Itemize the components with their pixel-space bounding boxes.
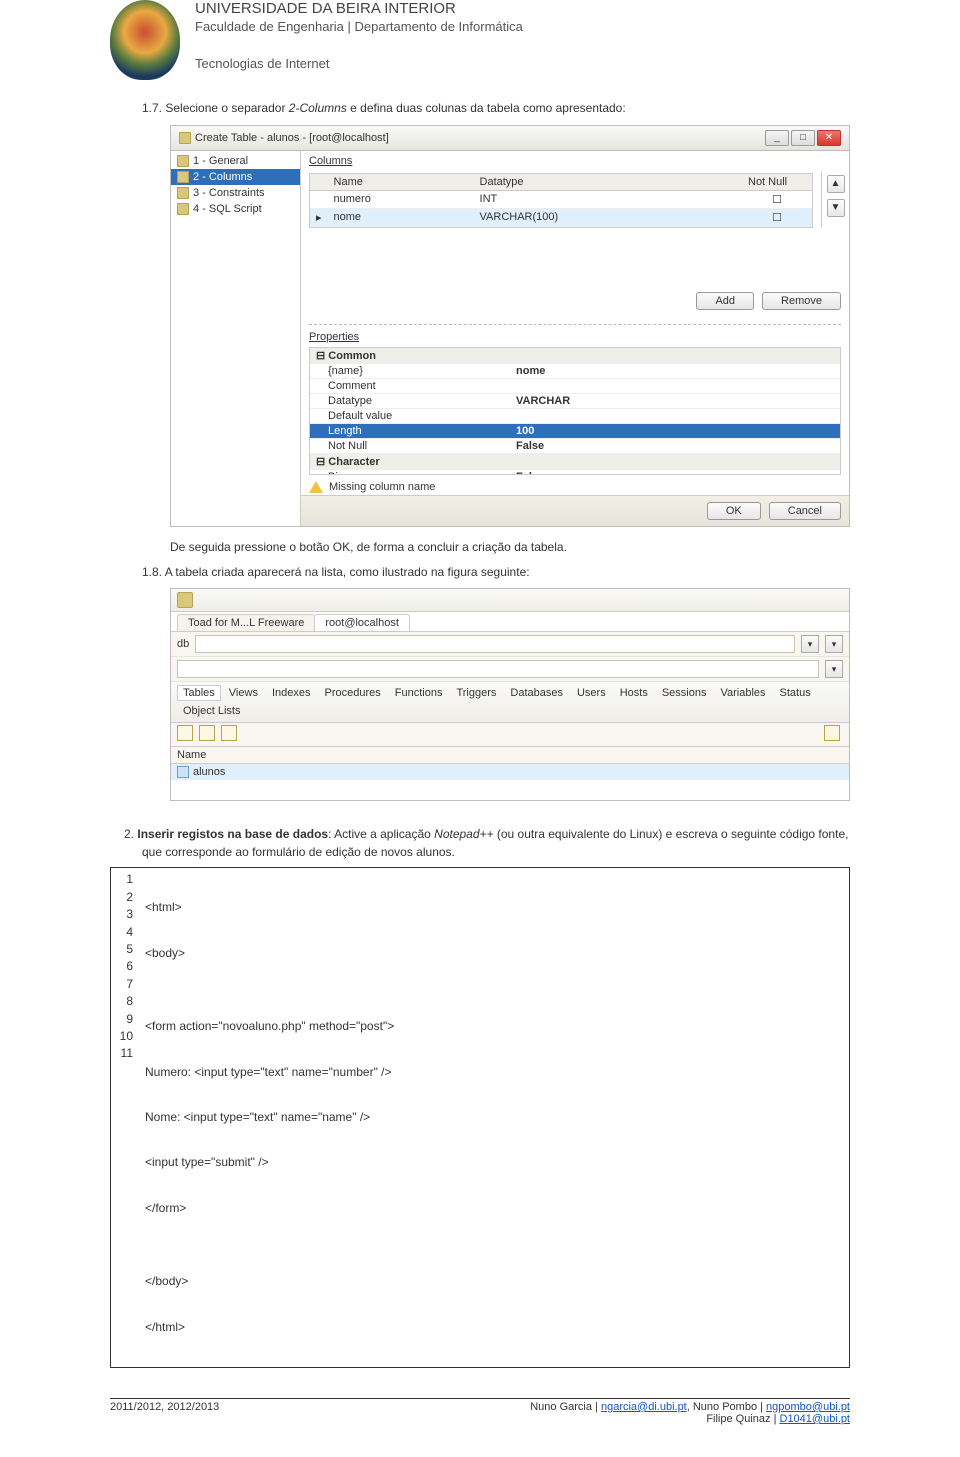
footer-email-link[interactable]: ngpombo@ubi.pt [766,1401,850,1413]
step-number: 2. [124,827,134,841]
footer-year: 2011/2012, 2012/2013 [110,1401,219,1425]
sql-icon [177,203,189,215]
list-header-name: Name [171,747,849,764]
footer-email-link[interactable]: ngarcia@di.ubi.pt [601,1401,687,1413]
step-text: Selecione o separador [165,101,288,115]
columns-grid[interactable]: Name Datatype Not Null numero INT ☐ [309,173,813,228]
cat-status[interactable]: Status [774,685,817,701]
code-listing: 1 2 3 4 5 6 7 8 9 10 11 <html> <body> <f… [110,867,850,1368]
minimize-button[interactable]: _ [765,130,789,146]
toolbar-icon[interactable] [177,592,193,608]
move-down-button[interactable]: ▼ [827,199,845,217]
schema-dropdown[interactable] [177,660,819,678]
list-item[interactable]: alunos [171,764,849,780]
warning-text: Missing column name [329,481,435,493]
cat-functions[interactable]: Functions [389,685,449,701]
faculty-name: Faculdade de Engenharia | Departamento d… [195,19,523,34]
close-button[interactable]: ✕ [817,130,841,146]
general-icon [177,155,189,167]
delete-icon[interactable] [221,725,237,741]
university-logo [110,0,180,80]
step-text-tail: e defina duas colunas da tabela como apr… [347,101,626,115]
cat-users[interactable]: Users [571,685,612,701]
sidebar-item-sqlscript[interactable]: 4 - SQL Script [171,201,300,217]
filter-button[interactable]: ▾ [801,635,819,653]
cat-triggers[interactable]: Triggers [450,685,502,701]
add-button[interactable]: Add [696,292,754,310]
cat-sessions[interactable]: Sessions [656,685,713,701]
table-icon [177,766,189,778]
step-number: 1.8. [142,565,162,579]
after-ss1-text: De seguida pressione o botão OK, de form… [170,539,850,556]
step-1-8: 1.8. A tabela criada aparecerá na lista,… [170,564,850,581]
window-icon [179,132,191,144]
dropdown-button[interactable]: ▾ [825,660,843,678]
code-content: <html> <body> <form action="novoaluno.ph… [139,868,849,1367]
dropdown-button[interactable]: ▾ [825,635,843,653]
new-table-icon[interactable] [177,725,193,741]
cat-tables[interactable]: Tables [177,685,221,701]
grid-row[interactable]: numero INT ☐ [310,190,812,208]
grid-row-selected[interactable]: ▸ nome VARCHAR(100) ☐ [310,208,812,226]
remove-button[interactable]: Remove [762,292,841,310]
window-title: Create Table - alunos - [root@localhost] [195,132,389,144]
window-controls[interactable]: _ □ ✕ [765,130,841,146]
columns-icon [177,171,189,183]
cat-views[interactable]: Views [223,685,264,701]
object-categories: Tables Views Indexes Procedures Function… [171,682,849,723]
step-text: A tabela criada aparecerá na lista, como… [165,565,530,579]
step-text-italic: 2-Columns [289,101,347,115]
screenshot-toad-list: Toad for M...L Freeware root@localhost d… [170,588,850,801]
code-line-numbers: 1 2 3 4 5 6 7 8 9 10 11 [111,868,139,1367]
constraints-icon [177,187,189,199]
sidebar-item-columns[interactable]: 2 - Columns [171,169,300,185]
col-header-notnull: Not Null [742,174,812,191]
cat-indexes[interactable]: Indexes [266,685,317,701]
col-header-name: Name [328,174,474,191]
cat-databases[interactable]: Databases [504,685,569,701]
warning-icon [309,481,323,493]
sidebar-item-general[interactable]: 1 - General [171,153,300,169]
maximize-button[interactable]: □ [791,130,815,146]
university-name: UNIVERSIDADE DA BEIRA INTERIOR [195,0,523,17]
tab-connection[interactable]: root@localhost [314,614,410,631]
wizard-sidebar: 1 - General 2 - Columns 3 - Constraints … [171,151,301,526]
cat-objectlists[interactable]: Object Lists [177,703,246,719]
footer-email-link[interactable]: D1041@ubi.pt [780,1413,851,1425]
page-footer: 2011/2012, 2012/2013 Nuno Garcia | ngarc… [110,1399,850,1427]
columns-label: Columns [301,151,849,171]
sidebar-item-constraints[interactable]: 3 - Constraints [171,185,300,201]
step-text-a: : Active a aplicação [328,827,434,841]
col-header-datatype: Datatype [474,174,742,191]
properties-label: Properties [301,329,849,347]
grid-options-icon[interactable] [824,725,840,741]
step-2: 2. Inserir registos na base de dados: Ac… [142,825,850,861]
cancel-button[interactable]: Cancel [769,502,841,520]
connection-tabs: Toad for M...L Freeware root@localhost [171,612,849,632]
page-header: UNIVERSIDADE DA BEIRA INTERIOR Faculdade… [110,0,850,80]
properties-grid[interactable]: ⊟ Common {name}nome Comment DatatypeVARC… [309,347,841,475]
cat-procedures[interactable]: Procedures [318,685,386,701]
cat-variables[interactable]: Variables [714,685,771,701]
ok-button[interactable]: OK [707,502,761,520]
cat-hosts[interactable]: Hosts [614,685,654,701]
db-label: db [177,638,189,650]
edit-icon[interactable] [199,725,215,741]
tab-toad[interactable]: Toad for M...L Freeware [177,614,315,631]
step-1-7: 1.7. Selecione o separador 2-Columns e d… [170,100,850,117]
move-up-button[interactable]: ▲ [827,175,845,193]
db-dropdown[interactable] [195,635,795,653]
step-italic: Notepad++ [434,827,493,841]
step-bold: Inserir registos na base de dados [137,827,328,841]
step-number: 1.7. [142,101,162,115]
course-name: Tecnologias de Internet [195,56,523,71]
screenshot-create-table: Create Table - alunos - [root@localhost]… [170,125,850,527]
